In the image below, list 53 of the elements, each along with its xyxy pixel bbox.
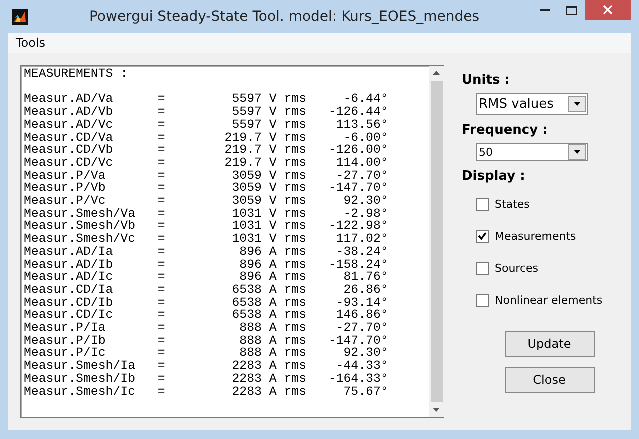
measurement-line: Measur.AD/Vb = 5597 V rms -126.44° xyxy=(24,106,390,119)
units-dropdown[interactable]: RMS values xyxy=(476,93,588,115)
measurement-line: Measur.Smesh/Ic = 2283 A rms 75.67° xyxy=(24,386,390,398)
close-dialog-button[interactable]: Close xyxy=(504,367,594,393)
scroll-up-icon[interactable] xyxy=(433,71,440,75)
checkbox[interactable] xyxy=(476,230,489,242)
app-logo-icon xyxy=(12,8,28,24)
frequency-label: Frequency : xyxy=(462,123,549,138)
dropdown-arrow-icon xyxy=(574,150,580,154)
checkbox-label[interactable]: Sources xyxy=(495,262,539,274)
measurement-line: Measur.CD/Ic = 6538 A rms 146.86° xyxy=(24,309,390,322)
scroll-down-icon[interactable] xyxy=(433,408,440,412)
units-label: Units : xyxy=(462,73,511,88)
measurement-line: Measur.AD/Ia = 896 A rms -38.24° xyxy=(24,246,390,259)
measurement-line: Measur.P/Ib = 888 A rms -147.70° xyxy=(24,334,390,348)
checkbox-label[interactable]: Nonlinear elements xyxy=(495,294,603,306)
measurement-line: Measur.P/Ia = 888 A rms -27.70° xyxy=(24,322,390,335)
output-header: MEASUREMENTS : xyxy=(24,68,130,81)
checkbox[interactable] xyxy=(476,294,489,306)
measurement-line: Measur.P/Va = 3059 V rms -27.70° xyxy=(24,170,390,182)
window-title: Powergui Steady-State Tool. model: Kurs_EOES_mendes xyxy=(88,8,480,24)
measurement-line: Measur.AD/Vc = 5597 V rms 113.56° xyxy=(24,118,390,132)
measurement-line: Measur.Smesh/Ia = 2283 A rms -44.33° xyxy=(24,360,390,373)
checkbox[interactable] xyxy=(476,198,489,210)
measurement-line: Measur.P/Vb = 3059 V rms -147.70° xyxy=(24,182,390,196)
measurement-line: Measur.P/Vc = 3059 V rms 92.30° xyxy=(24,195,390,208)
checkbox-label[interactable]: States xyxy=(495,198,530,210)
frequency-dropdown[interactable]: 50 xyxy=(476,143,588,161)
display-label: Display : xyxy=(462,169,526,184)
measurement-line: Measur.AD/Va = 5597 V rms -6.44° xyxy=(24,93,390,106)
checkbox-label[interactable]: Measurements xyxy=(495,230,576,242)
measurement-line: Measur.CD/Ib = 6538 A rms -93.14° xyxy=(24,296,390,310)
measurement-line: Measur.CD/Ia = 6538 A rms 26.86° xyxy=(24,284,390,297)
dropdown-arrow-icon xyxy=(574,102,580,106)
measurement-line: Measur.CD/Va = 219.7 V rms -6.00° xyxy=(24,132,390,144)
scrollbar-thumb[interactable] xyxy=(430,81,442,402)
close-button[interactable] xyxy=(585,0,631,20)
menu-item[interactable]: Tools xyxy=(16,36,46,50)
update-button[interactable]: Update xyxy=(504,331,594,357)
measurement-line: Measur.CD/Vb = 219.7 V rms -126.00° xyxy=(24,144,390,157)
measurement-line: Measur.P/Ic = 888 A rms 92.30° xyxy=(24,347,390,360)
scrollbar[interactable] xyxy=(429,66,444,417)
minimize-icon xyxy=(540,9,550,11)
measurement-line: Measur.CD/Vc = 219.7 V rms 114.00° xyxy=(24,156,390,170)
measurement-line: Measur.AD/Ic = 896 A rms 81.76° xyxy=(24,271,390,284)
measurement-line: Measur.Smesh/Va = 1031 V rms -2.98° xyxy=(24,208,390,220)
measurement-line: Measur.Smesh/Ib = 2283 A rms -164.33° xyxy=(24,372,390,386)
measurement-line: Measur.Smesh/Vb = 1031 V rms -122.98° xyxy=(24,220,390,234)
measurement-line: Measur.AD/Ib = 896 A rms -158.24° xyxy=(24,258,390,272)
close-icon xyxy=(603,5,613,15)
measurement-line: Measur.Smesh/Vc = 1031 V rms 117.02° xyxy=(24,233,390,246)
checkbox[interactable] xyxy=(476,262,489,274)
maximize-icon xyxy=(566,6,577,14)
